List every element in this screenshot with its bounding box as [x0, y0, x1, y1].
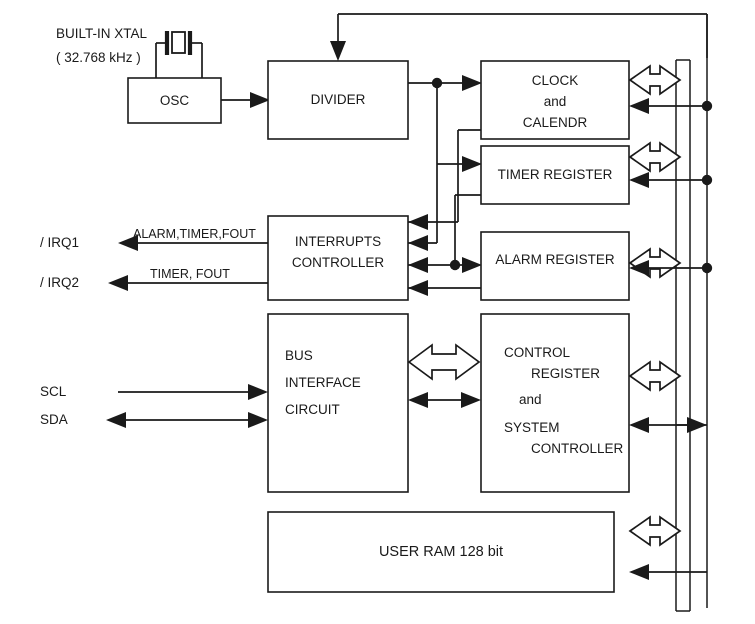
wire-timer-to-interrupts [408, 194, 482, 273]
label-divider: DIVIDER [310, 92, 366, 107]
label-control-line3: and [519, 392, 542, 407]
data-bus-bar [675, 14, 708, 612]
label-timer-register: TIMER REGISTER [497, 167, 613, 182]
bus-arrow-timer [628, 141, 682, 173]
label-osc: OSC [159, 93, 190, 108]
label-bus-interface-line2: INTERFACE [285, 375, 361, 390]
label-bus-interface-line3: CIRCUIT [285, 402, 340, 417]
label-control-line5: CONTROLLER [531, 441, 624, 456]
ctrl-line-timer [629, 172, 713, 188]
block-control-register [480, 313, 630, 493]
bus-arrow-alarm [628, 247, 682, 279]
ctrl-drive-arrow [676, 417, 707, 433]
bus-arrow-user-ram [628, 515, 682, 547]
label-alarm-register: ALARM REGISTER [495, 252, 615, 267]
label-irq1: / IRQ1 [40, 235, 80, 250]
bus-arrow-clock [628, 64, 682, 96]
wire-businterface-control-solid [408, 392, 481, 408]
wire-sda [106, 412, 268, 428]
label-irq1-sources: ALARM,TIMER,FOUT [133, 227, 256, 241]
label-clock-line1: CLOCK [531, 73, 579, 88]
label-control-line1: CONTROL [504, 345, 571, 360]
wire-feedback-to-divider [330, 13, 708, 61]
label-control-line2: REGISTER [531, 366, 601, 381]
wire-scl [118, 384, 268, 400]
label-clock-line3: CALENDR [522, 115, 588, 130]
label-sda: SDA [40, 412, 68, 427]
label-control-line4: SYSTEM [504, 420, 560, 435]
label-interrupts-line1: INTERRUPTS [294, 234, 382, 249]
block-diagram: BUILT-IN XTAL ( 32.768 kHz ) OSC DIVIDER… [0, 0, 755, 624]
ctrl-line-clock [629, 98, 713, 114]
bus-arrow-control [628, 360, 682, 392]
label-interrupts-line2: CONTROLLER [291, 255, 385, 270]
label-irq2-sources: TIMER, FOUT [150, 267, 230, 281]
wire-clock-to-interrupts [408, 129, 481, 230]
crystal-symbol [155, 31, 203, 78]
label-builtin-xtal: BUILT-IN XTAL [56, 26, 148, 41]
label-bus-interface-line1: BUS [285, 348, 313, 363]
label-user-ram: USER RAM 128 bit [378, 544, 504, 560]
wire-osc-to-divider [221, 92, 270, 108]
ctrl-line-user-ram [629, 564, 707, 580]
label-irq2: / IRQ2 [40, 275, 80, 290]
bus-arrow-businterface-control [407, 343, 481, 381]
label-scl: SCL [40, 384, 67, 399]
label-clock-line2: and [543, 94, 567, 109]
wire-alarm-to-interrupts [408, 280, 481, 296]
label-xtal-frequency: ( 32.768 kHz ) [56, 50, 141, 65]
